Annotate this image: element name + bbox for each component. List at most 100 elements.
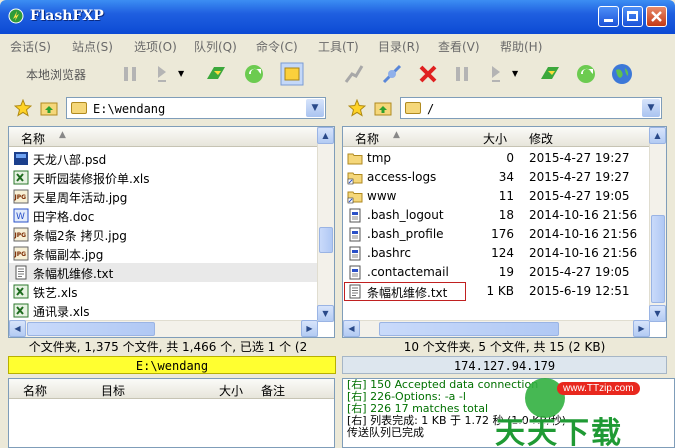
pause-icon[interactable]	[118, 62, 142, 86]
local-vertical-scrollbar[interactable]: ▲ ▼	[317, 127, 334, 322]
chevron-down-icon[interactable]: ▼	[178, 69, 184, 78]
chevron-down-icon[interactable]: ▼	[642, 99, 660, 117]
refresh-icon[interactable]	[574, 62, 598, 86]
menu-view[interactable]: 查看(V)	[438, 38, 480, 55]
menu-site[interactable]: 站点(S)	[72, 38, 113, 55]
psd-icon	[13, 151, 29, 166]
title-bar: FlashFXP	[0, 0, 675, 34]
pause-icon[interactable]	[450, 62, 474, 86]
maximize-button[interactable]	[622, 6, 643, 27]
local-status-text: 个文件夹, 1,375 个文件, 共 1,466 个, 已选 1 个 (2	[0, 338, 336, 356]
file-row[interactable]: 条幅机维修.txt 1 KB 2015-6-19 12:51	[343, 282, 650, 301]
txt-icon	[13, 265, 29, 280]
transfer-queue[interactable]: 名称 目标 大小 备注	[8, 378, 335, 448]
local-browser-label[interactable]: 本地浏览器	[26, 66, 86, 83]
favorites-star-icon[interactable]	[14, 99, 32, 117]
file-row[interactable]: JPG 天星周年活动.jpg	[9, 187, 318, 206]
column-name-header[interactable]: 名称	[21, 130, 45, 147]
file-row[interactable]: JPG 条幅2条 拷贝.jpg	[9, 225, 318, 244]
menu-tools[interactable]: 工具(T)	[318, 38, 359, 55]
globe-icon[interactable]	[610, 62, 634, 86]
scroll-down-button[interactable]: ▼	[649, 305, 666, 322]
scroll-left-button[interactable]: ◀	[9, 320, 26, 337]
parent-folder-icon[interactable]	[40, 99, 58, 117]
scroll-left-button[interactable]: ◀	[343, 320, 360, 337]
menu-options[interactable]: 选项(O)	[134, 38, 177, 55]
file-row[interactable]: .contactemail 19 2015-4-27 19:05	[343, 263, 650, 282]
file-name: 条幅2条 拷贝.jpg	[33, 229, 127, 243]
favorites-star-icon[interactable]	[348, 99, 366, 117]
file-size: 1 KB	[486, 284, 514, 298]
menu-directory[interactable]: 目录(R)	[378, 38, 420, 55]
file-name: www	[367, 189, 397, 203]
menu-help[interactable]: 帮助(H)	[500, 38, 542, 55]
chevron-down-icon[interactable]: ▼	[512, 69, 518, 78]
local-horizontal-scrollbar[interactable]: ◀ ▶	[9, 320, 318, 337]
refresh-arrow-icon[interactable]	[538, 62, 562, 86]
file-modified: 2014-10-16 21:56	[529, 246, 638, 260]
scroll-thumb[interactable]	[651, 215, 665, 303]
file-name: 条幅副本.jpg	[33, 248, 104, 262]
column-size-header[interactable]: 大小	[483, 130, 507, 147]
abort-icon[interactable]	[416, 62, 440, 86]
refresh-icon[interactable]	[242, 62, 266, 86]
file-size: 124	[491, 246, 514, 260]
close-button[interactable]	[646, 6, 667, 27]
queue-col-target[interactable]: 目标	[101, 382, 125, 399]
remote-horizontal-scrollbar[interactable]: ◀ ▶	[343, 320, 650, 337]
scroll-down-button[interactable]: ▼	[317, 305, 334, 322]
remote-vertical-scrollbar[interactable]: ▲ ▼	[649, 127, 666, 322]
local-file-list[interactable]: 名称 ▲ 天龙八部.psd 天昕园装修报价单.xls JPG 天星周年活动.jpg W 田…	[8, 126, 335, 338]
file-row[interactable]: JPG 条幅副本.jpg	[9, 244, 318, 263]
file-modified: 2014-10-16 21:56	[529, 227, 638, 241]
queue-col-note[interactable]: 备注	[261, 382, 285, 399]
scroll-thumb[interactable]	[27, 322, 155, 336]
queue-col-name[interactable]: 名称	[23, 382, 47, 399]
jpg-icon: JPG	[13, 227, 29, 242]
connect-icon[interactable]	[342, 62, 366, 86]
file-row[interactable]: access-logs 34 2015-4-27 19:27	[343, 168, 650, 187]
file-row[interactable]: 天昕园装修报价单.xls	[9, 168, 318, 187]
file-row[interactable]: W 田字格.doc	[9, 206, 318, 225]
menu-queue[interactable]: 队列(Q)	[194, 38, 237, 55]
refresh-arrow-icon[interactable]	[204, 62, 228, 86]
left-path-combobox[interactable]: E:\wendang ▼	[66, 97, 326, 119]
left-path-text: E:\wendang	[93, 102, 166, 116]
svg-text:JPG: JPG	[14, 232, 27, 239]
right-path-combobox[interactable]: / ▼	[400, 97, 662, 119]
chevron-down-icon[interactable]: ▼	[306, 99, 324, 117]
file-row[interactable]: .bashrc 124 2014-10-16 21:56	[343, 244, 650, 263]
file-modified: 2015-4-27 19:05	[529, 265, 630, 279]
watermark: www.TTzip.com 天天下载	[495, 376, 675, 448]
file-row[interactable]: 天龙八部.psd	[9, 149, 318, 168]
file-size: 11	[498, 189, 514, 203]
file-row[interactable]: .bash_profile 176 2014-10-16 21:56	[343, 225, 650, 244]
remote-file-list[interactable]: 名称 ▲ 大小 修改 tmp 0 2015-4-27 19:27 access-log…	[342, 126, 667, 338]
scroll-thumb[interactable]	[379, 322, 559, 336]
file-row[interactable]: tmp 0 2015-4-27 19:27	[343, 149, 650, 168]
menu-session[interactable]: 会话(S)	[10, 38, 51, 55]
menu-commands[interactable]: 命令(C)	[256, 38, 298, 55]
queue-col-size[interactable]: 大小	[219, 382, 243, 399]
minimize-button[interactable]	[598, 6, 619, 27]
transfer-dropdown-icon[interactable]	[486, 62, 510, 86]
scroll-right-button[interactable]: ▶	[633, 320, 650, 337]
file-row[interactable]: www 11 2015-4-27 19:05	[343, 187, 650, 206]
disconnect-plug-icon[interactable]	[380, 62, 404, 86]
column-modified-header[interactable]: 修改	[529, 130, 553, 147]
transfer-dropdown-icon[interactable]	[152, 62, 176, 86]
local-disk-icon[interactable]	[280, 62, 304, 86]
doc-icon: W	[13, 208, 29, 223]
scroll-right-button[interactable]: ▶	[301, 320, 318, 337]
scroll-thumb[interactable]	[319, 227, 333, 253]
file-size: 176	[491, 227, 514, 241]
parent-folder-icon[interactable]	[374, 99, 392, 117]
file-row[interactable]: 通讯录.xls	[9, 301, 318, 320]
file-row[interactable]: .bash_logout 18 2014-10-16 21:56	[343, 206, 650, 225]
file-row[interactable]: 铁艺.xls	[9, 282, 318, 301]
remote-column-header: 名称 ▲ 大小 修改	[343, 127, 650, 147]
file-row[interactable]: 条幅机维修.txt	[9, 263, 318, 282]
scroll-up-button[interactable]: ▲	[317, 127, 334, 144]
scroll-up-button[interactable]: ▲	[649, 127, 666, 144]
column-name-header[interactable]: 名称	[355, 130, 379, 147]
